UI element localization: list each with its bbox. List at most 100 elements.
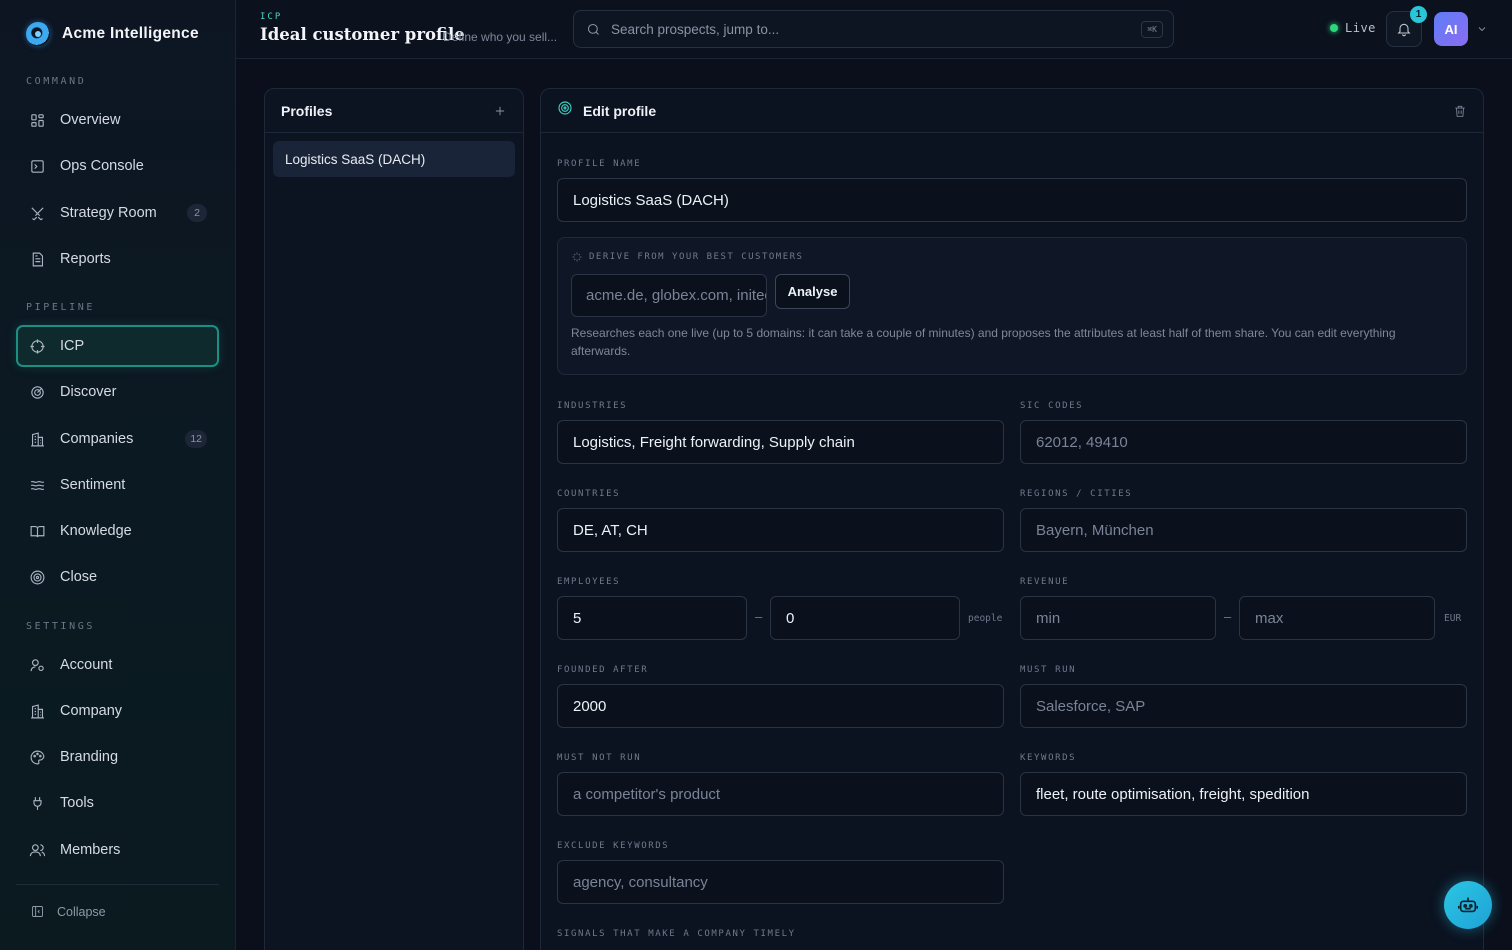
sidebar-item-label: ICP — [60, 338, 85, 354]
founded-after-input[interactable] — [573, 697, 1003, 715]
sidebar-item-tools[interactable]: Tools — [16, 782, 219, 824]
signals-label: SIGNALS THAT MAKE A COMPANY TIMELY — [557, 929, 796, 939]
topbar: ICP Ideal customer profile Define who yo… — [236, 0, 1512, 59]
sic-codes-field[interactable] — [1020, 420, 1467, 464]
industries-label: INDUSTRIES — [557, 401, 628, 411]
edit-profile-panel: Edit profile PROFILE NAME DERIVE FROM YO… — [540, 88, 1484, 950]
revenue-max-field[interactable] — [1239, 596, 1435, 640]
waves-icon — [28, 476, 46, 494]
sidebar-item-company[interactable]: Company — [16, 690, 219, 732]
search-bar[interactable]: ⌘K — [573, 10, 1174, 48]
count-badge: 2 — [187, 204, 207, 222]
must-not-run-field[interactable] — [557, 772, 1004, 816]
must-run-field[interactable] — [1020, 684, 1467, 728]
palette-icon — [28, 748, 46, 766]
countries-label: COUNTRIES — [557, 489, 621, 499]
radar-icon — [28, 383, 46, 401]
revenue-min-input[interactable] — [1036, 609, 1215, 627]
must-run-input[interactable] — [1036, 697, 1466, 715]
edit-header: Edit profile — [541, 89, 1483, 133]
exclude-keywords-input[interactable] — [573, 873, 1003, 891]
delete-profile-button[interactable] — [1453, 103, 1467, 119]
sidebar-item-discover[interactable]: Discover — [16, 371, 219, 413]
derive-box: DERIVE FROM YOUR BEST CUSTOMERS Analyse … — [557, 237, 1467, 375]
search-icon — [587, 23, 599, 35]
sic-codes-input[interactable] — [1036, 433, 1466, 451]
sidebar-item-close[interactable]: Close — [16, 556, 219, 598]
sidebar-item-companies[interactable]: Companies 12 — [16, 418, 219, 460]
sidebar-item-icp[interactable]: ICP — [16, 325, 219, 367]
employees-min-input[interactable] — [573, 609, 746, 627]
crosshair-icon — [28, 337, 46, 355]
add-profile-button[interactable] — [493, 104, 507, 118]
bell-icon — [1397, 23, 1411, 37]
profile-name-label: PROFILE NAME — [557, 159, 642, 169]
user-settings-icon — [28, 656, 46, 674]
sidebar-item-strategy-room[interactable]: Strategy Room 2 — [16, 192, 219, 234]
founded-after-field[interactable] — [557, 684, 1004, 728]
revenue-max-input[interactable] — [1255, 609, 1434, 627]
avatar[interactable]: AI — [1434, 12, 1468, 46]
countries-input[interactable] — [573, 521, 1003, 539]
analyse-button[interactable]: Analyse — [775, 274, 850, 309]
sidebar-item-knowledge[interactable]: Knowledge — [16, 510, 219, 552]
employees-min-field[interactable] — [557, 596, 747, 640]
must-run-label: MUST RUN — [1020, 665, 1077, 675]
industries-input[interactable] — [573, 433, 1003, 451]
sidebar-item-members[interactable]: Members — [16, 829, 219, 871]
must-not-run-input[interactable] — [573, 785, 1003, 803]
profile-list-item[interactable]: Logistics SaaS (DACH) — [273, 141, 515, 177]
domains-field[interactable] — [571, 274, 767, 317]
chevron-down-icon[interactable] — [1476, 22, 1488, 34]
sidebar-divider — [16, 884, 219, 885]
trash-icon — [1455, 105, 1465, 117]
nav-section-pipeline: PIPELINE — [26, 302, 95, 313]
sidebar-item-label: Companies — [60, 431, 134, 447]
revenue-label: REVENUE — [1020, 577, 1070, 587]
grid-icon — [28, 111, 46, 129]
exclude-keywords-field[interactable] — [557, 860, 1004, 904]
robot-icon — [1458, 897, 1478, 913]
keywords-label: KEYWORDS — [1020, 753, 1077, 763]
collapse-button[interactable]: Collapse — [30, 904, 106, 919]
countries-field[interactable] — [557, 508, 1004, 552]
page-subtitle: Define who you sell... — [443, 30, 558, 44]
profile-name-field[interactable] — [557, 178, 1467, 222]
keywords-field[interactable] — [1020, 772, 1467, 816]
sidebar-item-sentiment[interactable]: Sentiment — [16, 464, 219, 506]
sidebar-item-ops-console[interactable]: Ops Console — [16, 145, 219, 187]
must-not-run-label: MUST NOT RUN — [557, 753, 642, 763]
sidebar-item-label: Strategy Room — [60, 205, 157, 221]
regions-field[interactable] — [1020, 508, 1467, 552]
sidebar-item-branding[interactable]: Branding — [16, 736, 219, 778]
notifications-button[interactable]: 1 — [1386, 6, 1427, 47]
search-input[interactable] — [611, 21, 1111, 37]
profile-name-input[interactable] — [573, 191, 1466, 209]
sidebar-item-label: Discover — [60, 384, 117, 400]
target-icon — [557, 100, 573, 121]
regions-input[interactable] — [1036, 521, 1466, 539]
sidebar-item-label: Reports — [60, 251, 111, 267]
domains-input[interactable] — [586, 287, 766, 304]
plug-icon — [28, 794, 46, 812]
keywords-input[interactable] — [1036, 785, 1466, 803]
sidebar: Acme Intelligence COMMAND Overview Ops C… — [0, 0, 236, 950]
industries-field[interactable] — [557, 420, 1004, 464]
revenue-min-field[interactable] — [1020, 596, 1216, 640]
brand[interactable]: Acme Intelligence — [26, 22, 199, 46]
sidebar-item-label: Branding — [60, 749, 119, 765]
employees-max-input[interactable] — [786, 609, 959, 627]
employees-max-field[interactable] — [770, 596, 960, 640]
sic-codes-label: SIC CODES — [1020, 401, 1084, 411]
sidebar-item-overview[interactable]: Overview — [16, 99, 219, 141]
range-separator: – — [755, 609, 763, 624]
sidebar-item-account[interactable]: Account — [16, 644, 219, 686]
sidebar-item-reports[interactable]: Reports — [16, 238, 219, 280]
founded-after-label: FOUNDED AFTER — [557, 665, 649, 675]
derive-label: DERIVE FROM YOUR BEST CUSTOMERS — [571, 251, 803, 263]
profiles-panel: Profiles Logistics SaaS (DACH) — [264, 88, 524, 950]
employees-label: EMPLOYEES — [557, 577, 621, 587]
range-separator: – — [1224, 609, 1232, 624]
page-title: Ideal customer profile — [260, 25, 465, 44]
assistant-button[interactable] — [1444, 881, 1492, 929]
